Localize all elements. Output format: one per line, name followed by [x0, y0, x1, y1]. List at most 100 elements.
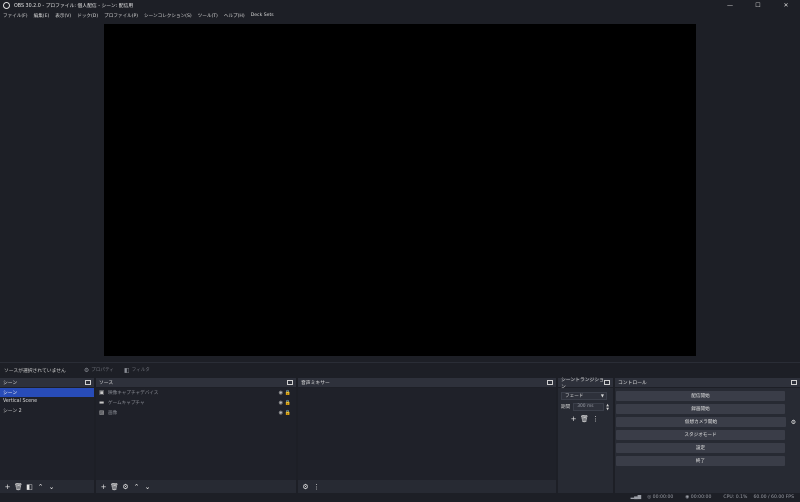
transitions-body: フェード ▼ 期間 300 ms ▲ ▼ + 🗑 ⋮: [558, 388, 613, 493]
scene-transitions-dock: シーントランジション フェード ▼ 期間 300 ms ▲ ▼ + 🗑 ⋮: [558, 378, 613, 493]
controls-dock: コントロール 配信開始 録画開始 仮想カメラ開始 ⚙ スタジオモード 設定 終了: [615, 378, 800, 493]
lock-icon[interactable]: 🔒: [285, 390, 291, 396]
gear-icon[interactable]: ⚙: [789, 418, 798, 427]
settings-button[interactable]: 設定: [616, 443, 785, 453]
camera-icon: ▣: [99, 390, 105, 396]
menu-docks[interactable]: ドック(D): [77, 13, 98, 19]
audio-mixer-dock: 音声ミキサー ⚙ ⋮: [298, 378, 556, 493]
scene-item[interactable]: シーン 2: [0, 406, 94, 415]
audio-mixer-dock-title: 音声ミキサー: [301, 381, 330, 386]
exit-button[interactable]: 終了: [616, 456, 785, 466]
trash-icon[interactable]: 🗑: [110, 482, 119, 491]
more-options-icon[interactable]: ⋮: [312, 482, 321, 491]
source-item[interactable]: ▣ 映像キャプチャデバイス ◉ 🔒: [96, 388, 296, 398]
filters-label: フィルタ: [131, 368, 150, 373]
minimize-button[interactable]: —: [716, 0, 744, 11]
advanced-audio-icon[interactable]: ⚙: [301, 482, 310, 491]
fps-readout: 60.00 / 60.00 FPS: [753, 495, 794, 500]
gear-icon[interactable]: ⚙: [121, 482, 130, 491]
title-bar: OBS 30.2.0 - プロファイル: 個人配信 - シーン: 配信用: [0, 0, 800, 11]
studio-mode-button[interactable]: スタジオモード: [616, 430, 785, 440]
more-options-icon[interactable]: ⋮: [591, 414, 600, 423]
undock-icon[interactable]: [604, 380, 610, 385]
window-title: OBS 30.2.0 - プロファイル: 個人配信 - シーン: 配信用: [14, 4, 134, 9]
lock-icon[interactable]: 🔒: [285, 400, 291, 406]
recording-indicator: ◉ 00:00:00: [685, 495, 712, 500]
menu-deck-sets[interactable]: Deck Sets: [251, 13, 274, 18]
scenes-toolbar: + 🗑 ◧ ⌃ ⌄: [0, 480, 94, 493]
spin-down-icon[interactable]: ▼: [606, 407, 609, 411]
properties-label: プロパティ: [91, 368, 114, 373]
source-item[interactable]: ▬ ゲームキャプチャ ◉ 🔒: [96, 398, 296, 408]
source-item[interactable]: ▨ 画像 ◉ 🔒: [96, 408, 296, 418]
obs-logo-icon: [3, 2, 10, 9]
duration-label: 期間: [561, 404, 571, 410]
scene-item[interactable]: シーン: [0, 388, 94, 397]
no-source-selected-label: ソースが選択されていません: [4, 368, 66, 374]
add-scene-icon[interactable]: +: [3, 482, 12, 491]
menu-tools[interactable]: ツール(T): [198, 13, 218, 19]
source-context-bar: ソースが選択されていません ⚙ プロパティ ◧ フィルタ: [0, 362, 800, 377]
sources-toolbar: + 🗑 ⚙ ⌃ ⌄: [96, 480, 296, 493]
eye-icon[interactable]: ◉: [279, 390, 283, 396]
start-recording-button[interactable]: 録画開始: [616, 404, 785, 414]
move-down-icon[interactable]: ⌄: [47, 482, 56, 491]
preview-canvas[interactable]: [104, 24, 696, 356]
menu-scene-collection[interactable]: シーンコレクション(S): [144, 13, 192, 19]
move-up-icon[interactable]: ⌃: [132, 482, 141, 491]
trash-icon[interactable]: 🗑: [14, 482, 23, 491]
filter-icon: ◧: [123, 366, 130, 374]
sources-dock-title: ソース: [99, 381, 114, 386]
source-list: ▣ 映像キャプチャデバイス ◉ 🔒 ▬ ゲームキャプチャ ◉ 🔒 ▨ 画像 ◉ …: [96, 388, 296, 480]
close-button[interactable]: ✕: [772, 0, 800, 11]
undock-icon[interactable]: [287, 380, 293, 385]
chevron-down-icon: ▼: [600, 393, 604, 398]
filters-button[interactable]: ◧ フィルタ: [124, 367, 150, 374]
start-virtual-camera-button[interactable]: 仮想カメラ開始: [616, 417, 786, 427]
controls-dock-header: コントロール: [615, 378, 800, 388]
menu-profile[interactable]: プロファイル(P): [104, 13, 138, 19]
source-label: ゲームキャプチャ: [108, 401, 145, 406]
duration-spinner[interactable]: ▲ ▼: [606, 403, 609, 411]
menu-bar: ファイル(F) 編集(E) 表示(V) ドック(D) プロファイル(P) シーン…: [0, 11, 800, 20]
scene-list: シーン Vertical Scene シーン 2: [0, 388, 94, 480]
source-label: 画像: [108, 411, 118, 416]
cpu-usage: CPU: 0.1%: [723, 495, 748, 500]
sources-dock-header: ソース: [96, 378, 296, 388]
audio-mixer-area: [298, 388, 556, 480]
status-bar: ▂▄▆ ◎ 00:00:00 ◉ 00:00:00 CPU: 0.1% 60.0…: [0, 493, 800, 502]
menu-edit[interactable]: 編集(E): [34, 13, 50, 19]
duration-input[interactable]: 300 ms: [573, 402, 605, 411]
undock-icon[interactable]: [547, 380, 553, 385]
menu-view[interactable]: 表示(V): [55, 13, 71, 19]
rec-time: 00:00:00: [690, 495, 712, 500]
add-transition-icon[interactable]: +: [569, 414, 578, 423]
scene-item[interactable]: Vertical Scene: [0, 397, 94, 406]
transition-select[interactable]: フェード ▼: [561, 391, 607, 400]
lock-icon[interactable]: 🔒: [285, 410, 291, 416]
move-up-icon[interactable]: ⌃: [36, 482, 45, 491]
menu-file[interactable]: ファイル(F): [3, 13, 28, 19]
eye-icon[interactable]: ◉: [279, 410, 283, 416]
start-streaming-button[interactable]: 配信開始: [616, 391, 785, 401]
scenes-dock-title: シーン: [3, 381, 18, 386]
signal-icon: ▂▄▆: [630, 495, 642, 500]
image-icon: ▨: [99, 410, 105, 416]
audio-mixer-toolbar: ⚙ ⋮: [298, 480, 556, 493]
transition-value: フェード: [565, 393, 584, 399]
scene-filters-icon[interactable]: ◧: [25, 482, 34, 491]
controls-dock-title: コントロール: [618, 381, 647, 386]
move-down-icon[interactable]: ⌄: [143, 482, 152, 491]
eye-icon[interactable]: ◉: [279, 400, 283, 406]
gear-icon: ⚙: [83, 366, 90, 374]
stream-time: 00:00:00: [652, 495, 674, 500]
source-label: 映像キャプチャデバイス: [108, 391, 159, 396]
add-source-icon[interactable]: +: [99, 482, 108, 491]
trash-icon[interactable]: 🗑: [580, 414, 589, 423]
maximize-button[interactable]: ☐: [744, 0, 772, 11]
undock-icon[interactable]: [85, 380, 91, 385]
controls-body: 配信開始 録画開始 仮想カメラ開始 ⚙ スタジオモード 設定 終了: [616, 391, 800, 469]
undock-icon[interactable]: [791, 380, 797, 385]
properties-button[interactable]: ⚙ プロパティ: [84, 367, 114, 374]
menu-help[interactable]: ヘルプ(H): [224, 13, 245, 19]
